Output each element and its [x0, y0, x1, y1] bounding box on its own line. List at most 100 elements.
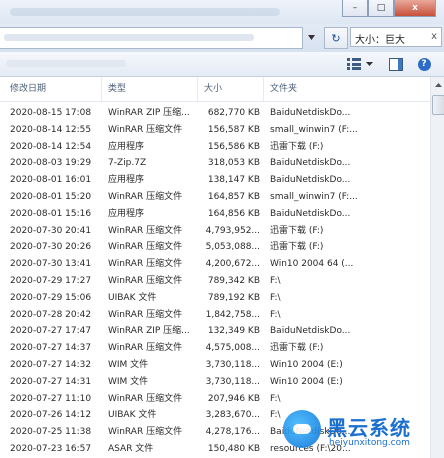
- file-row[interactable]: 2020-07-29 17:27 WinRAR 压缩文件 789,342 KB F:\: [0, 273, 430, 290]
- cell-date-modified: 2020-08-01 15:20: [10, 191, 92, 202]
- file-row[interactable]: 2020-07-27 14:32 WIM 文件 3,730,118... Win10 …: [0, 357, 430, 374]
- preview-pane-button[interactable]: [388, 56, 404, 72]
- cell-date-modified: 2020-07-27 17:47: [10, 326, 92, 337]
- cell-date-modified: 2020-07-30 20:41: [10, 225, 92, 236]
- file-row[interactable]: 2020-07-27 14:31 WIM 文件 3,730,118... Win10 …: [0, 374, 430, 391]
- cell-folder: small_winwin7 (F:...: [270, 191, 358, 202]
- file-row[interactable]: 2020-08-01 15:16 应用程序 164,856 KB BaiduNetdi…: [0, 206, 430, 223]
- cell-type: WIM 文件: [108, 359, 149, 370]
- file-row[interactable]: 2020-07-30 20:41 WinRAR 压缩文件 4,793,952... 迅…: [0, 223, 430, 240]
- cell-size: 150,480 KB: [207, 443, 260, 454]
- cell-type: WinRAR 压缩文件: [108, 343, 183, 354]
- column-header-type[interactable]: 类型: [102, 77, 198, 101]
- preview-pane-icon: [389, 57, 403, 71]
- column-header-folder[interactable]: 文件夹: [264, 77, 430, 101]
- cell-date-modified: 2020-07-26 14:12: [10, 410, 92, 421]
- cell-date-modified: 2020-07-28 20:42: [10, 309, 92, 320]
- cell-size: 164,857 KB: [207, 191, 260, 202]
- refresh-icon: ↻: [331, 31, 341, 45]
- chevron-up-icon: [434, 83, 442, 87]
- cell-type: WinRAR 压缩文件: [108, 427, 183, 438]
- file-row[interactable]: 2020-07-27 17:47 WinRAR ZIP 压缩... 132,349 …: [0, 323, 430, 340]
- cell-date-modified: 2020-07-27 11:10: [10, 393, 92, 404]
- cell-date-modified: 2020-08-14 12:55: [10, 124, 92, 135]
- cell-type: 应用程序: [108, 141, 145, 152]
- command-toolbar: ?: [0, 52, 444, 77]
- cell-size: 3,730,118...: [205, 376, 260, 387]
- views-icon: [347, 58, 361, 70]
- help-icon: ?: [417, 57, 431, 71]
- cell-size: 4,793,952...: [205, 225, 260, 236]
- file-row[interactable]: 2020-08-14 12:54 应用程序 156,586 KB 迅雷下载 (F:): [0, 139, 430, 156]
- close-button[interactable]: x: [394, 0, 436, 17]
- file-row[interactable]: 2020-07-29 15:06 UIBAK 文件 789,192 KB F:\: [0, 290, 430, 307]
- file-row[interactable]: 2020-07-30 13:41 WinRAR 压缩文件 4,200,672... W…: [0, 256, 430, 273]
- column-header-size[interactable]: 大小: [198, 77, 264, 101]
- file-row[interactable]: 2020-08-15 17:08 WinRAR ZIP 压缩... 682,770 …: [0, 105, 430, 122]
- cell-folder: 迅雷下载 (F:): [270, 242, 324, 253]
- clear-search-icon[interactable]: x: [431, 31, 437, 42]
- cell-folder: F:\: [270, 309, 281, 320]
- cell-date-modified: 2020-07-30 20:26: [10, 242, 92, 253]
- scrollbar-thumb[interactable]: [432, 95, 444, 115]
- cell-date-modified: 2020-07-29 17:27: [10, 275, 92, 286]
- chevron-down-icon: [307, 34, 315, 40]
- cell-size: 5,053,088...: [205, 242, 260, 253]
- file-row[interactable]: 2020-07-28 20:42 WinRAR 压缩文件 1,842,758... F…: [0, 307, 430, 324]
- file-row[interactable]: 2020-07-30 20:26 WinRAR 压缩文件 5,053,088... 迅…: [0, 239, 430, 256]
- title-bar: – □ x: [0, 0, 444, 24]
- cell-date-modified: 2020-07-30 13:41: [10, 259, 92, 270]
- minimize-button[interactable]: –: [342, 0, 368, 17]
- change-view-button[interactable]: [346, 56, 362, 72]
- column-header-date-modified[interactable]: 修改日期: [0, 77, 102, 101]
- cell-date-modified: 2020-08-01 15:16: [10, 208, 92, 219]
- cell-size: 4,200,672...: [205, 259, 260, 270]
- cell-size: 207,946 KB: [207, 393, 260, 404]
- blurred-window-title: [10, 8, 280, 16]
- cell-folder: Win10 2004 64 (...: [270, 259, 354, 270]
- cell-size: 138,147 KB: [207, 175, 260, 186]
- cell-type: UIBAK 文件: [108, 292, 157, 303]
- cell-type: WinRAR ZIP 压缩...: [108, 326, 190, 337]
- search-input[interactable]: 大小：巨大 x: [350, 27, 442, 47]
- vertical-scrollbar[interactable]: [430, 77, 444, 458]
- cell-size: 4,575,008...: [205, 343, 260, 354]
- file-row[interactable]: 2020-08-01 15:20 WinRAR 压缩文件 164,857 KB sma…: [0, 189, 430, 206]
- column-header-row: 修改日期 类型 大小 文件夹: [0, 77, 430, 102]
- blurred-toolbar-commands: [6, 60, 126, 67]
- cell-date-modified: 2020-08-14 12:54: [10, 141, 92, 152]
- address-bar[interactable]: [0, 27, 303, 49]
- file-row[interactable]: 2020-08-01 16:01 应用程序 138,147 KB BaiduNetdi…: [0, 172, 430, 189]
- cell-size: 682,770 KB: [207, 108, 260, 118]
- cell-type: WinRAR 压缩文件: [108, 242, 183, 253]
- cell-size: 132,349 KB: [207, 326, 260, 337]
- cell-size: 156,586 KB: [207, 141, 260, 152]
- cell-date-modified: 2020-07-27 14:37: [10, 343, 92, 354]
- file-row[interactable]: 2020-08-03 19:29 7-Zip.7Z 318,053 KB BaiduN…: [0, 155, 430, 172]
- file-row[interactable]: 2020-08-14 12:55 WinRAR 压缩文件 156,587 KB sma…: [0, 122, 430, 139]
- cell-type: 应用程序: [108, 208, 145, 219]
- address-history-dropdown[interactable]: [304, 27, 318, 47]
- cell-folder: Win10 2004 (E:): [270, 359, 343, 370]
- maximize-button[interactable]: □: [368, 0, 394, 17]
- blurred-address-path: [4, 34, 254, 41]
- cell-folder: F:\: [270, 275, 281, 286]
- cell-folder: BaiduNetdiskDo...: [270, 326, 351, 337]
- cell-folder: small_winwin7 (F:...: [270, 124, 358, 135]
- help-button[interactable]: ?: [416, 56, 432, 72]
- cell-date-modified: 2020-07-25 11:38: [10, 427, 92, 438]
- cell-type: WinRAR ZIP 压缩...: [108, 108, 190, 118]
- views-dropdown-button[interactable]: [364, 56, 374, 72]
- refresh-button[interactable]: ↻: [324, 27, 348, 49]
- cell-size: 789,342 KB: [207, 275, 260, 286]
- cell-size: 156,587 KB: [207, 124, 260, 135]
- cell-type: WinRAR 压缩文件: [108, 124, 183, 135]
- cell-date-modified: 2020-07-29 15:06: [10, 292, 92, 303]
- cell-type: WinRAR 压缩文件: [108, 275, 183, 286]
- scroll-up-button[interactable]: [431, 77, 444, 93]
- cell-date-modified: 2020-07-23 16:57: [10, 443, 92, 454]
- cell-type: WIM 文件: [108, 376, 149, 387]
- cell-type: WinRAR 压缩文件: [108, 191, 183, 202]
- file-row[interactable]: 2020-07-27 14:37 WinRAR 压缩文件 4,575,008... 迅…: [0, 340, 430, 357]
- cell-type: WinRAR 压缩文件: [108, 225, 183, 236]
